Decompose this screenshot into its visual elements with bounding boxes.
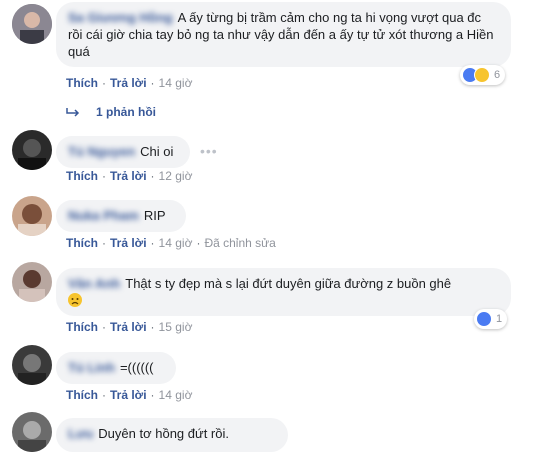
timestamp[interactable]: 12 giờ <box>159 169 193 183</box>
reaction-count: 1 <box>496 313 503 325</box>
comment-bubble: Sa Giương Hồng A ấy từng bị trầm cảm cho … <box>56 2 511 67</box>
comment-bubble: Nuka Pham RIP <box>56 200 186 232</box>
reaction-summary[interactable]: 6 <box>460 65 506 85</box>
replies-count: 1 phản hồi <box>96 105 156 119</box>
comment-author[interactable]: Lưu <box>68 426 93 441</box>
comment-text: =(((((( <box>119 360 154 375</box>
reply-arrow-icon <box>66 108 80 117</box>
like-reaction-icon <box>476 311 492 327</box>
avatar-image <box>12 412 52 452</box>
reply-link[interactable]: Trả lời <box>110 320 147 334</box>
reply-link[interactable]: Trả lời <box>110 388 147 402</box>
comment-bubble: Tú Nguyen Chi oi <box>56 136 190 168</box>
comment-text: Chi oi <box>140 144 174 159</box>
timestamp[interactable]: 15 giờ <box>159 320 193 334</box>
comment-text: Thật s ty đẹp mà s lại đứt duyên giữa đư… <box>125 276 452 291</box>
avatar[interactable] <box>12 345 52 385</box>
avatar[interactable] <box>12 412 52 452</box>
timestamp[interactable]: 14 giờ <box>159 236 193 250</box>
comment-bubble: Vân Anh Thật s ty đẹp mà s lại đứt duyên … <box>56 268 511 316</box>
view-replies-link[interactable]: 1 phản hồi <box>66 105 156 119</box>
comment-text: Duyên tơ hồng đứt rồi. <box>98 426 229 441</box>
like-link[interactable]: Thích <box>66 76 98 90</box>
avatar-image <box>12 4 52 44</box>
comment-actions: Thích · Trả lời · 14 giờ · Đã chỉnh sửa <box>66 236 276 250</box>
comment-actions: Thích · Trả lời · 14 giờ <box>66 76 193 90</box>
avatar[interactable] <box>12 196 52 236</box>
more-options-icon[interactable]: ••• <box>200 143 218 159</box>
comment-bubble: Lưu Duyên tơ hồng đứt rồi. <box>56 418 288 452</box>
comment-author[interactable]: Tú Linh <box>68 360 115 375</box>
comment-text: RIP <box>143 208 166 223</box>
avatar[interactable] <box>12 262 52 302</box>
reply-link[interactable]: Trả lời <box>110 236 147 250</box>
avatar[interactable] <box>12 130 52 170</box>
comment-author[interactable]: Nuka Pham <box>68 208 139 223</box>
comment-actions: Thích · Trả lời · 12 giờ <box>66 169 193 183</box>
reply-link[interactable]: Trả lời <box>110 76 147 90</box>
comment-actions: Thích · Trả lời · 15 giờ <box>66 320 193 334</box>
reaction-count: 6 <box>494 69 501 81</box>
like-link[interactable]: Thích <box>66 320 98 334</box>
timestamp[interactable]: 14 giờ <box>159 76 193 90</box>
sad-emoji-icon <box>68 293 82 307</box>
comment-actions: Thích · Trả lời · 14 giờ <box>66 388 193 402</box>
like-link[interactable]: Thích <box>66 236 98 250</box>
edited-label[interactable]: Đã chỉnh sửa <box>204 236 275 250</box>
timestamp[interactable]: 14 giờ <box>159 388 193 402</box>
avatar[interactable] <box>12 4 52 44</box>
avatar-image <box>12 262 52 302</box>
sad-reaction-icon <box>474 67 490 83</box>
reaction-summary[interactable]: 1 <box>474 309 508 329</box>
like-link[interactable]: Thích <box>66 169 98 183</box>
comment-author[interactable]: Sa Giương Hồng <box>68 10 173 25</box>
avatar-image <box>12 345 52 385</box>
avatar-image <box>12 196 52 236</box>
comment-author[interactable]: Tú Nguyen <box>68 144 135 159</box>
avatar-image <box>12 130 52 170</box>
like-link[interactable]: Thích <box>66 388 98 402</box>
reply-link[interactable]: Trả lời <box>110 169 147 183</box>
comment-bubble: Tú Linh =(((((( <box>56 352 176 384</box>
comment-author[interactable]: Vân Anh <box>68 276 120 291</box>
